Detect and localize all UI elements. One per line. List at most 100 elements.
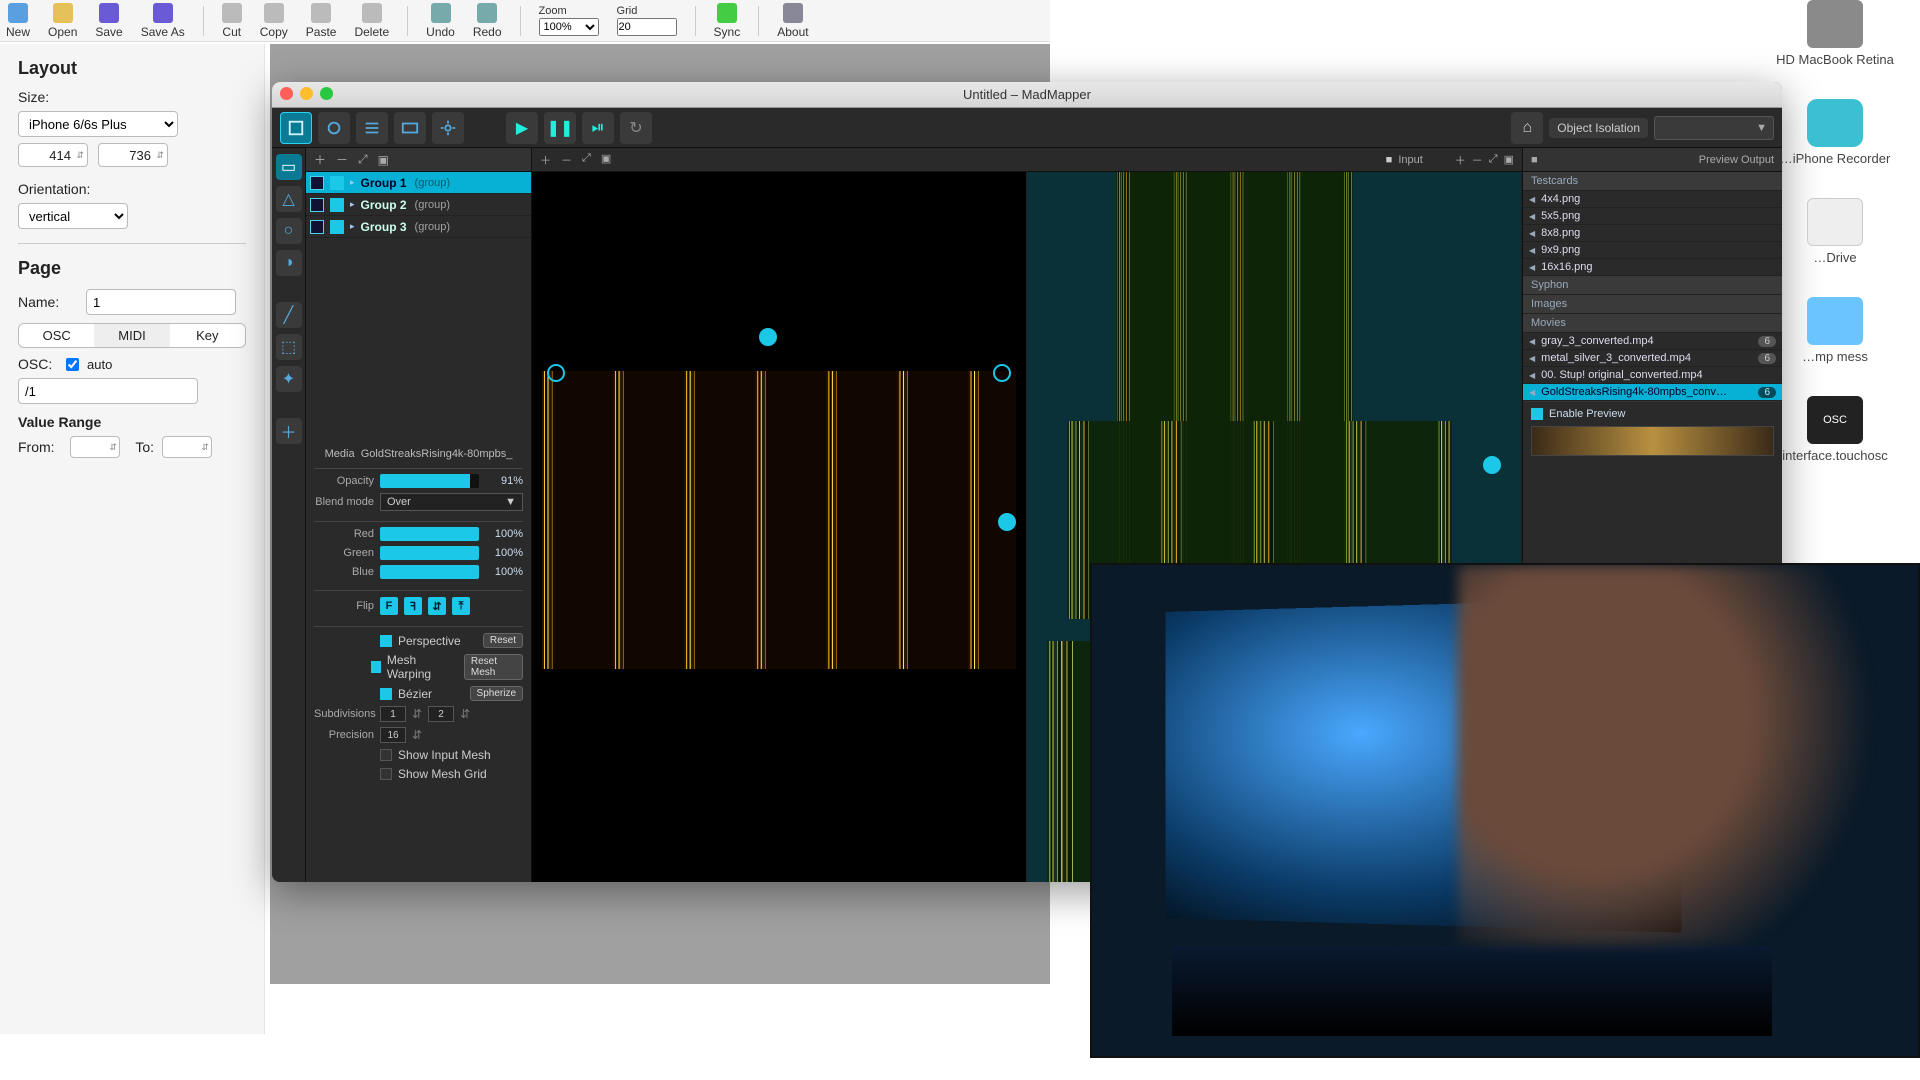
flip-v2-button[interactable]: ⤒ — [452, 597, 470, 615]
enable-preview-checkbox[interactable] — [1531, 408, 1543, 420]
green-slider[interactable] — [380, 546, 479, 560]
pause-icon[interactable]: ❚❚ — [544, 112, 576, 144]
mode-surfaces-icon[interactable] — [280, 112, 312, 144]
isolation-select[interactable]: ▼ — [1654, 116, 1774, 140]
tb-grid[interactable]: Grid — [617, 5, 677, 36]
tool-3d-icon[interactable]: ⬚ — [276, 334, 302, 360]
tab-osc[interactable]: OSC — [19, 324, 94, 347]
tb-sync[interactable]: Sync — [714, 3, 741, 39]
show-input-mesh-checkbox[interactable] — [380, 749, 392, 761]
vpL-expand-icon[interactable]: ⤢ — [582, 152, 591, 168]
subdiv-x-field[interactable] — [380, 706, 406, 722]
tb-save[interactable]: Save — [95, 3, 122, 39]
tb-zoom[interactable]: Zoom 100% — [539, 5, 599, 36]
zoom-icon[interactable] — [320, 87, 333, 100]
meshwarp-checkbox[interactable] — [371, 661, 381, 673]
input-viewport[interactable] — [532, 172, 1027, 882]
desktop-icon-rec[interactable]: …iPhone Recorder — [1780, 99, 1891, 166]
subdiv-y-field[interactable] — [428, 706, 454, 722]
tool-circle-icon[interactable]: ○ — [276, 218, 302, 244]
tool-fixture-icon[interactable]: ✦ — [276, 366, 302, 392]
play-icon[interactable]: ▶ — [506, 112, 538, 144]
tb-paste[interactable]: Paste — [306, 3, 337, 39]
reset-mesh-button[interactable]: Reset Mesh — [464, 654, 523, 680]
red-slider[interactable] — [380, 527, 479, 541]
vpR-add-icon[interactable]: ＋ — [1455, 152, 1466, 168]
osc-auto-checkbox[interactable] — [66, 358, 79, 371]
tb-about[interactable]: About — [777, 3, 808, 39]
page-name-field[interactable] — [86, 289, 236, 315]
groups-fit-icon[interactable]: ▣ — [378, 153, 389, 167]
from-field[interactable] — [70, 436, 120, 458]
testcard-item[interactable]: ◀5x5.png — [1523, 208, 1782, 225]
show-mesh-grid-checkbox[interactable] — [380, 768, 392, 780]
flip-h-button[interactable]: F — [380, 597, 398, 615]
testcard-item[interactable]: ◀8x8.png — [1523, 225, 1782, 242]
loop-icon[interactable]: ↻ — [620, 112, 652, 144]
osc-path-field[interactable] — [18, 378, 198, 404]
vpR-expand-icon[interactable]: ⤢ — [1489, 153, 1498, 166]
tab-midi[interactable]: MIDI — [94, 324, 169, 347]
movie-item[interactable]: ◀metal_silver_3_converted.mp46 — [1523, 350, 1782, 367]
tb-saveas[interactable]: Save As — [141, 3, 185, 39]
mode-output-icon[interactable] — [394, 112, 426, 144]
groups-remove-icon[interactable]: － — [336, 151, 348, 168]
bezier-checkbox[interactable] — [380, 688, 392, 700]
tb-delete[interactable]: Delete — [354, 3, 389, 39]
movie-item[interactable]: ◀00. Stup! original_converted.mp4 — [1523, 367, 1782, 384]
testcard-item[interactable]: ◀9x9.png — [1523, 242, 1782, 259]
close-icon[interactable] — [280, 87, 293, 100]
blend-mode-select[interactable]: Over▼ — [380, 493, 523, 511]
tb-cut[interactable]: Cut — [222, 3, 242, 39]
vpL-add-icon[interactable]: ＋ — [540, 152, 551, 168]
reset-button[interactable]: Reset — [483, 633, 523, 648]
vpR-remove-icon[interactable]: － — [1472, 152, 1483, 168]
tool-quad-icon[interactable]: ▭ — [276, 154, 302, 180]
protocol-tabs[interactable]: OSC MIDI Key — [18, 323, 246, 348]
tool-line-icon[interactable]: ╱ — [276, 302, 302, 328]
tool-mask-icon[interactable]: ◑ — [276, 250, 302, 276]
step-icon[interactable]: ⏯ — [582, 112, 614, 144]
orientation-select[interactable]: vertical — [18, 203, 128, 229]
minimize-icon[interactable] — [300, 87, 313, 100]
tb-redo[interactable]: Redo — [473, 3, 502, 39]
desktop-icon-hd[interactable]: HD MacBook Retina — [1776, 0, 1894, 67]
tb-new[interactable]: New — [6, 3, 30, 39]
vpR-fit-icon[interactable]: ▣ — [1504, 153, 1514, 166]
spherize-button[interactable]: Spherize — [470, 686, 523, 701]
tab-key[interactable]: Key — [170, 324, 245, 347]
tb-undo[interactable]: Undo — [426, 3, 455, 39]
groups-add-icon[interactable]: ＋ — [314, 151, 326, 168]
groups-expand-icon[interactable]: ⤢ — [358, 152, 368, 167]
mode-lights-icon[interactable] — [318, 112, 350, 144]
blue-slider[interactable] — [380, 565, 479, 579]
object-isolation-toggle[interactable]: Object Isolation — [1549, 118, 1648, 138]
desktop-icon-osc[interactable]: OSCinterface.touchosc — [1782, 396, 1888, 463]
size-select[interactable]: iPhone 6/6s Plus — [18, 111, 178, 137]
tb-open[interactable]: Open — [48, 3, 77, 39]
to-field[interactable] — [162, 436, 212, 458]
testcard-item[interactable]: ◀16x16.png — [1523, 259, 1782, 276]
perspective-checkbox[interactable] — [380, 635, 392, 647]
tb-copy[interactable]: Copy — [260, 3, 288, 39]
settings-icon[interactable] — [432, 112, 464, 144]
testcard-item[interactable]: ◀4x4.png — [1523, 191, 1782, 208]
tool-add-icon[interactable]: ＋ — [276, 418, 302, 444]
movie-item[interactable]: ◀gray_3_converted.mp46 — [1523, 333, 1782, 350]
opacity-slider[interactable] — [380, 474, 479, 488]
width-field[interactable]: 414 — [18, 143, 88, 167]
group-item-2[interactable]: ▸Group 3(group) — [306, 216, 531, 238]
movie-item[interactable]: ◀GoldStreaksRising4k-80mpbs_conv…6 — [1523, 384, 1782, 401]
group-item-0[interactable]: ▸Group 1(group) — [306, 172, 531, 194]
desktop-icon-folder[interactable]: …mp mess — [1802, 297, 1868, 364]
desktop-icon-drive[interactable]: …Drive — [1807, 198, 1863, 265]
height-field[interactable]: 736 — [98, 143, 168, 167]
vpL-remove-icon[interactable]: － — [561, 152, 572, 168]
tool-triangle-icon[interactable]: △ — [276, 186, 302, 212]
group-item-1[interactable]: ▸Group 2(group) — [306, 194, 531, 216]
mode-list-icon[interactable] — [356, 112, 388, 144]
precision-field[interactable] — [380, 727, 406, 743]
flip-v-button[interactable]: ⇵ — [428, 597, 446, 615]
home-icon[interactable]: ⌂ — [1511, 112, 1543, 144]
flip-h2-button[interactable]: ꟻ — [404, 597, 422, 615]
